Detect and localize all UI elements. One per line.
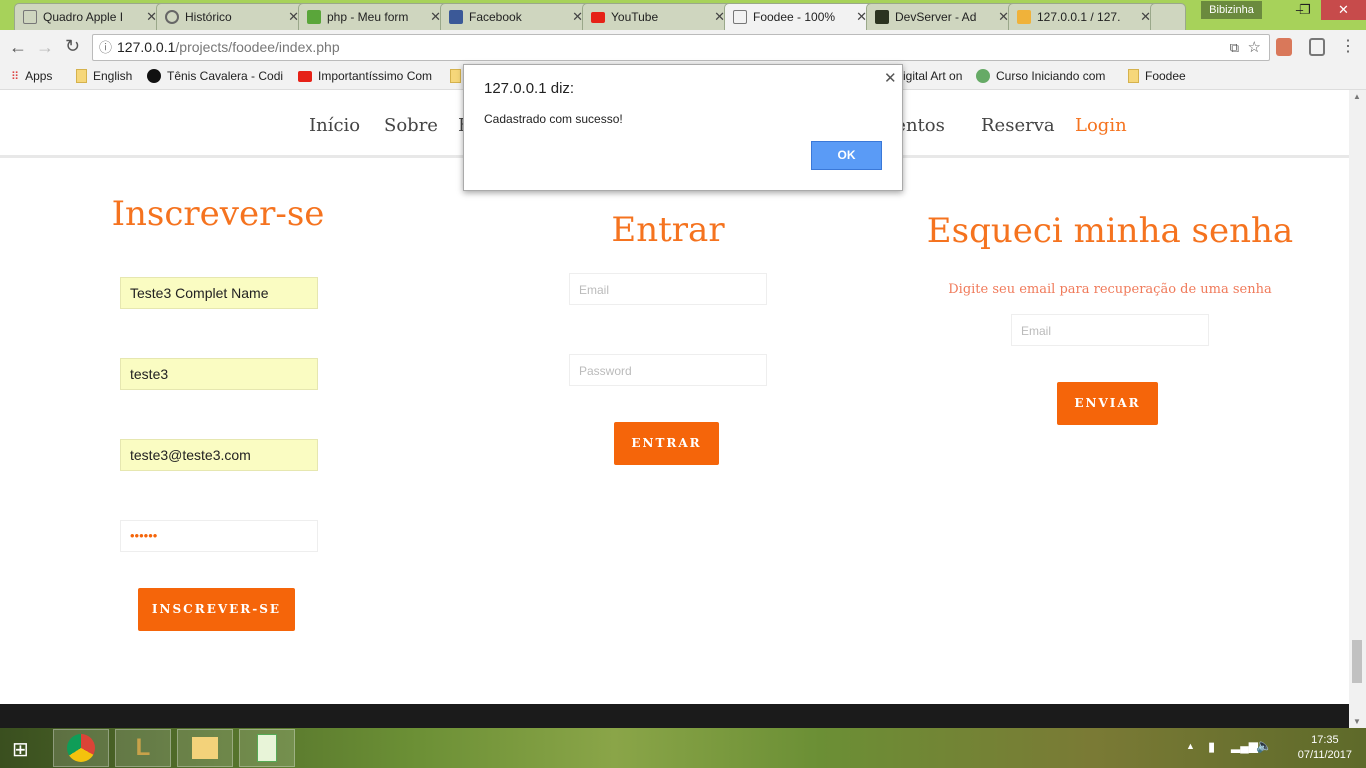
signup-button[interactable]: INSCREVER-SE	[138, 588, 295, 631]
tab-foodee[interactable]: Foodee - 100% ✕	[724, 3, 876, 30]
tab-phpmyadmin[interactable]: 127.0.0.1 / 127. ✕	[1008, 3, 1160, 30]
apps-icon: ⠿	[11, 70, 20, 83]
bookmark-digital-art[interactable]: igital Art on	[903, 69, 962, 83]
menu-icon[interactable]: ⋮	[1340, 36, 1356, 56]
youtube-icon	[298, 70, 312, 82]
profile-button[interactable]: Bibizinha	[1201, 1, 1262, 19]
login-button[interactable]: ENTRAR	[614, 422, 719, 465]
tab-php[interactable]: php - Meu form ✕	[298, 3, 450, 30]
tab-youtube[interactable]: YouTube ✕	[582, 3, 734, 30]
translate-icon[interactable]: ⧉	[1230, 35, 1239, 60]
bookmark-foodee[interactable]: Foodee	[1128, 69, 1186, 83]
scrollbar[interactable]: ▲ ▼	[1349, 90, 1366, 728]
bookmark-folder[interactable]	[450, 69, 461, 83]
volume-icon[interactable]: 🔈	[1256, 738, 1272, 754]
send-button[interactable]: ENVIAR	[1057, 382, 1158, 425]
signup-title: Inscrever-se	[111, 194, 325, 234]
nav-reserva[interactable]: Reserva	[981, 115, 1055, 136]
graduation-cap-icon	[976, 69, 990, 83]
forgot-email-input[interactable]: Email	[1011, 314, 1209, 346]
alert-dialog: 127.0.0.1 diz: ✕ Cadastrado com sucesso!…	[463, 64, 903, 191]
back-icon[interactable]: ←	[9, 37, 27, 58]
extension-avatar-icon[interactable]	[1276, 38, 1292, 56]
windows-start-icon[interactable]: ⊞	[12, 737, 29, 762]
login-email-input[interactable]: Email	[569, 273, 767, 305]
folder-icon	[76, 69, 87, 83]
network-icon[interactable]: ▂▄▆	[1231, 739, 1258, 753]
facebook-icon	[449, 10, 463, 24]
tray-expand-icon[interactable]: ▲	[1186, 741, 1195, 751]
username-field[interactable]: teste3	[120, 358, 318, 390]
reload-icon[interactable]: ↻	[65, 36, 80, 57]
taskbar: ⊞ L ▲ ▮ ▂▄▆ 🔈 17:35 07/11/2017	[0, 728, 1366, 768]
bookmark-apps[interactable]: ⠿ Apps	[11, 69, 52, 83]
nav-login[interactable]: Login	[1075, 115, 1127, 136]
scroll-down-icon[interactable]: ▼	[1353, 717, 1361, 726]
dft-icon	[147, 69, 161, 83]
password-field[interactable]: ••••••	[120, 520, 318, 552]
notepad-icon	[257, 734, 277, 762]
taskbar-chrome[interactable]	[53, 729, 109, 767]
taskbar-explorer[interactable]	[177, 729, 233, 767]
clock[interactable]: 17:35 07/11/2017	[1298, 733, 1352, 763]
stackoverflow-icon	[307, 10, 321, 24]
tab-quadro-apple[interactable]: Quadro Apple I ✕	[14, 3, 166, 30]
new-tab-button[interactable]	[1150, 3, 1186, 30]
folder-icon	[192, 737, 218, 759]
page-icon	[23, 10, 37, 24]
taskbar-league[interactable]: L	[115, 729, 171, 767]
dialog-title: 127.0.0.1 diz:	[484, 80, 575, 97]
scroll-up-icon[interactable]: ▲	[1353, 92, 1361, 101]
email-field[interactable]: teste3@teste3.com	[120, 439, 318, 471]
nav-inicio[interactable]: Início	[309, 115, 360, 136]
dialog-message: Cadastrado com sucesso!	[484, 112, 623, 126]
address-bar[interactable]: ⓘ 127.0.0.1/projects/foodee/index.php ⧉ ☆	[92, 34, 1270, 61]
star-icon[interactable]: ☆	[1248, 35, 1261, 60]
page-icon	[733, 10, 747, 24]
battery-icon[interactable]: ▮	[1208, 739, 1215, 755]
tab-facebook[interactable]: Facebook ✕	[440, 3, 592, 30]
forward-icon[interactable]: →	[36, 37, 54, 58]
ok-button[interactable]: OK	[811, 141, 882, 170]
tab-strip: Quadro Apple I ✕ Histórico ✕ php - Meu for…	[0, 0, 1366, 30]
login-title: Entrar	[611, 210, 725, 250]
devserver-icon	[875, 10, 889, 24]
tab-devserver[interactable]: DevServer - Ad ✕	[866, 3, 1018, 30]
tab-historico[interactable]: Histórico ✕	[156, 3, 308, 30]
history-icon	[165, 10, 179, 24]
nav-sobre[interactable]: Sobre	[384, 115, 438, 136]
info-icon[interactable]: ⓘ	[99, 35, 112, 60]
forgot-title: Esqueci minha senha	[926, 211, 1294, 251]
taskbar-notepadpp[interactable]	[239, 729, 295, 767]
close-icon[interactable]: ✕	[884, 69, 897, 87]
login-password-input[interactable]: Password	[569, 354, 767, 386]
extension-shield-icon[interactable]	[1309, 38, 1325, 56]
folder-icon	[450, 69, 461, 83]
forgot-subtitle: Digite seu email para recuperação de uma…	[948, 282, 1272, 297]
close-window-button[interactable]: ✕	[1321, 0, 1366, 20]
bookmark-english[interactable]: English	[76, 69, 132, 83]
chrome-icon	[67, 734, 95, 762]
folder-icon	[1128, 69, 1139, 83]
bookmark-curso[interactable]: Curso Iniciando com	[976, 69, 1105, 83]
maximize-button[interactable]: ❐	[1290, 0, 1320, 20]
league-icon: L	[135, 734, 151, 761]
site-footer	[0, 704, 1349, 728]
scrollbar-thumb[interactable]	[1352, 640, 1362, 683]
phpmyadmin-icon	[1017, 10, 1031, 24]
bookmark-importantissimo[interactable]: Importantíssimo Com	[298, 69, 432, 83]
name-field[interactable]: Teste3 Complet Name	[120, 277, 318, 309]
youtube-icon	[591, 11, 605, 23]
bookmark-tenis[interactable]: Tênis Cavalera - Codi	[147, 69, 283, 83]
